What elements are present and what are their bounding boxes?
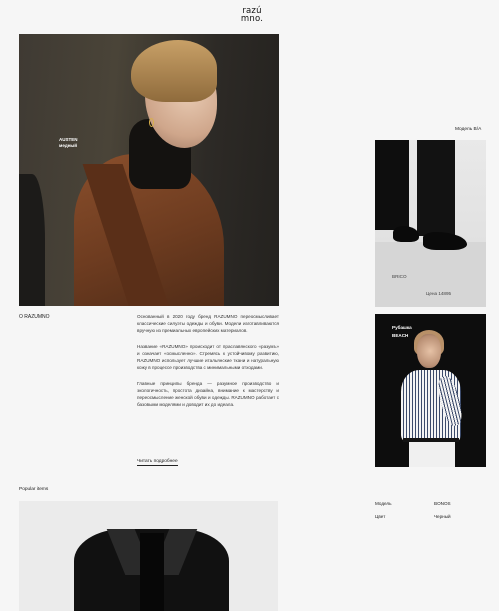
shirt-tag-name: BEACH: [392, 333, 409, 338]
brand-logo[interactable]: razú mno.: [237, 7, 267, 24]
product-card-shoes[interactable]: BRICO Цена 14895: [375, 140, 486, 307]
popular-items-title: Popular items: [19, 487, 49, 492]
hero-tag-color: медный: [59, 143, 78, 148]
product-card-jacket[interactable]: [19, 501, 278, 611]
shoe-left: [393, 226, 419, 242]
spec-model-value: BONOS: [434, 501, 451, 506]
about-paragraph-1: Основанный в 2020 году бренд RAZUMNO пер…: [137, 314, 279, 334]
about-text: Основанный в 2020 году бренд RAZUMNO пер…: [137, 313, 279, 417]
shoes-price: Цена 14895: [426, 291, 452, 296]
shoes-name: BRICO: [392, 274, 407, 279]
jacket-image: [74, 529, 229, 611]
product-card-shirt[interactable]: Рубашка BEACH: [375, 314, 486, 467]
read-more-link[interactable]: Читать подробнее: [137, 459, 178, 466]
hero-earring: [149, 118, 154, 127]
shirt-model-pants: [409, 442, 455, 467]
spec-color-key: Цвет: [375, 514, 386, 519]
model-label[interactable]: Модель В/А: [455, 127, 481, 132]
spec-color-value: Черный: [434, 514, 451, 519]
jacket-inner: [140, 533, 164, 611]
shoes-leg-right: [417, 140, 455, 236]
spec-model-key: Модель: [375, 501, 392, 506]
shirt-product-tag: Рубашка BEACH: [392, 324, 412, 340]
hero-shadow: [19, 174, 45, 306]
about-paragraph-2: Название «RAZUMNO» происходит от праслав…: [137, 343, 279, 371]
about-title: О RAZUMNO: [19, 314, 50, 320]
hero-image[interactable]: AUSTEN медный: [19, 34, 279, 306]
logo-line-2: mno.: [240, 14, 264, 24]
about-paragraph-3: Главные принципы бренда — разумное произ…: [137, 380, 279, 407]
shoe-right: [423, 232, 467, 250]
hero-hair: [131, 40, 217, 102]
shirt-tag-type: Рубашка: [392, 325, 412, 330]
shoes-leg-left: [375, 140, 409, 230]
hero-product-tag[interactable]: AUSTEN медный: [59, 137, 78, 149]
shirt-model-head: [417, 334, 441, 368]
